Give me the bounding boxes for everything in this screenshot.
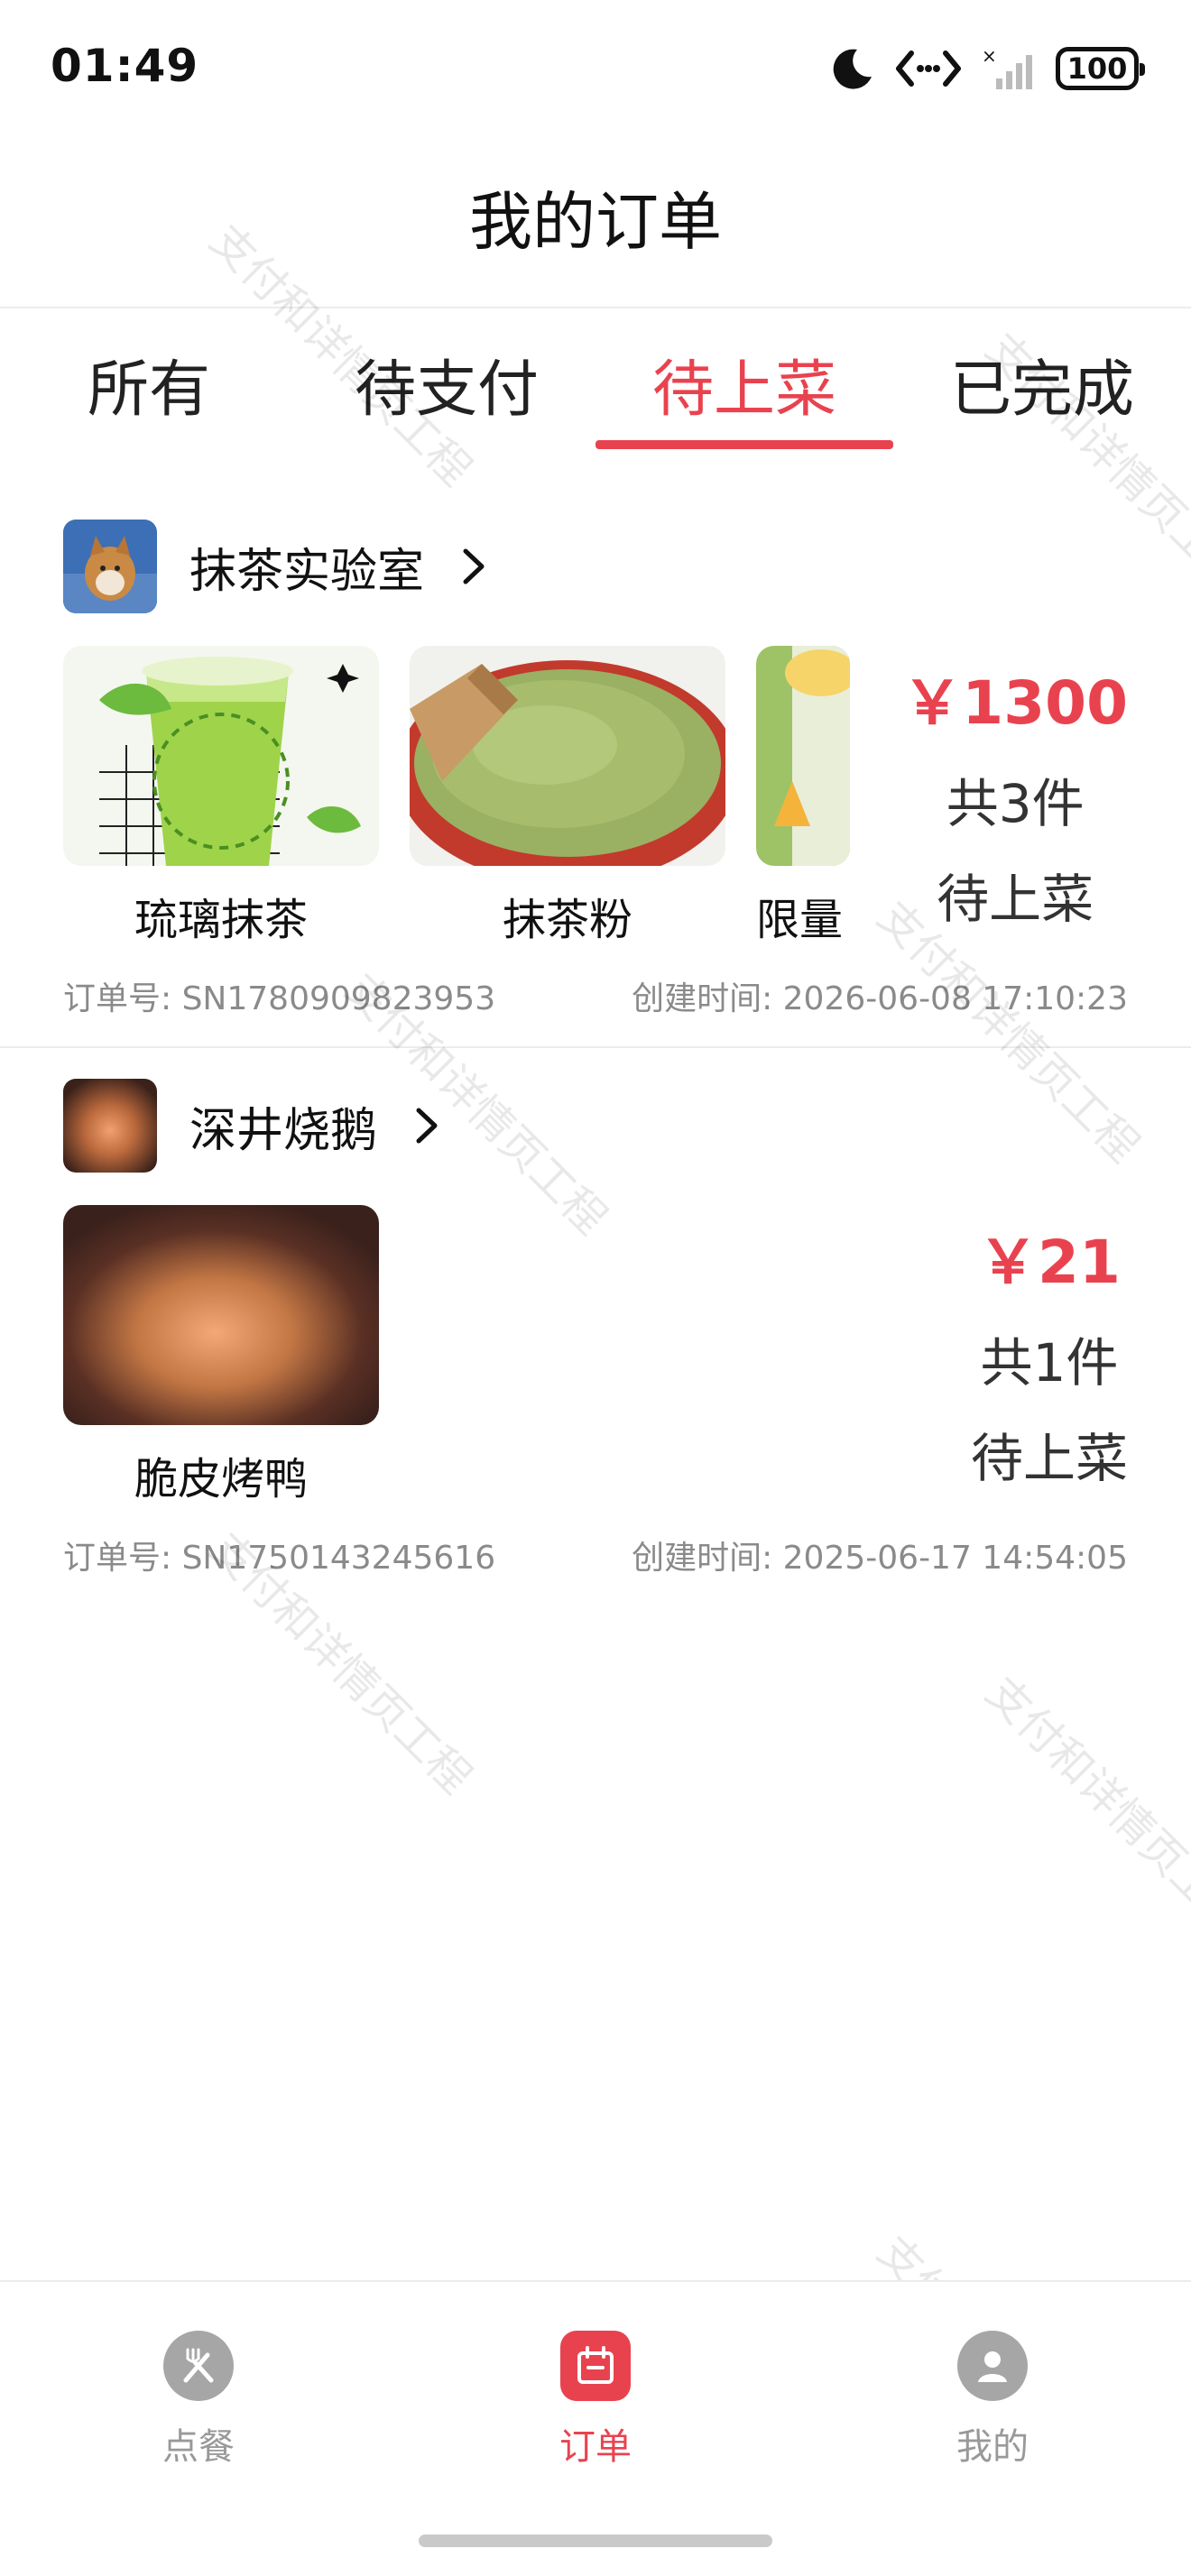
order-item[interactable]: 抹茶粉 [410,646,725,947]
order-card[interactable]: 抹茶实验室 琉璃抹茶 抹茶粉 限量 ￥1300 共3件 待上菜 订单号: SN1… [0,520,1191,1017]
nav-order-food[interactable]: 点餐 [108,2331,289,2470]
fork-knife-icon [163,2331,234,2401]
shop-header[interactable]: 抹茶实验室 [63,520,496,613]
order-status: 待上菜 [937,869,1094,930]
order-card[interactable]: 深井烧鹅 脆皮烤鸭 ￥21 共1件 待上菜 订单号: SN17501432456… [0,1079,1191,1577]
order-number: 订单号: SN1780909823953 [63,980,496,1017]
shop-avatar [63,520,157,613]
shop-name: 抹茶实验室 [189,544,425,599]
chevron-right-icon[interactable] [451,544,496,589]
nav-label: 点餐 [162,2426,235,2468]
tab-all[interactable]: 所有 [0,316,298,460]
header-divider [0,307,1191,308]
battery-icon: 100 [1056,47,1145,90]
tab-completed[interactable]: 已完成 [893,316,1191,460]
order-created-time: 创建时间: 2025-06-17 14:54:05 [632,1540,1128,1577]
tab-awaiting-serving[interactable]: 待上菜 [596,316,893,460]
calendar-icon [560,2331,631,2401]
home-indicator[interactable] [419,2535,772,2547]
page-title: 我的订单 [469,185,722,259]
nav-label: 我的 [956,2426,1029,2468]
bottom-nav: 点餐 订单 我的 [0,2280,1191,2576]
order-meta: 订单号: SN1780909823953 创建时间: 2026-06-08 17… [63,972,1128,1019]
moon-icon [833,49,872,89]
status-time: 01:49 [51,40,199,92]
order-divider [0,1046,1191,1048]
item-name: 琉璃抹茶 [134,895,308,945]
status-bar: 01:49 × 100 [0,0,1191,135]
status-icons: × 100 [830,41,1145,96]
order-number: 订单号: SN1750143245616 [63,1540,496,1577]
order-item-count: 共3件 [946,773,1085,834]
watermark: 支付和详情页工程 [975,1667,1191,1948]
shop-header[interactable]: 深井烧鹅 [63,1079,449,1173]
tab-pending-payment[interactable]: 待支付 [298,316,596,460]
item-image [410,646,725,866]
shop-avatar [63,1079,157,1173]
signal-icon: × [982,46,1032,89]
order-item[interactable]: 限量 [756,646,850,947]
shop-name: 深井烧鹅 [189,1103,378,1158]
nav-label: 订单 [559,2426,632,2468]
order-tabs: 所有 待支付 待上菜 已完成 [0,316,1191,460]
item-image [756,646,850,866]
order-price: ￥21 [978,1228,1121,1297]
nav-orders[interactable]: 订单 [505,2331,686,2470]
item-image [63,1205,379,1425]
user-icon [957,2331,1028,2401]
chevron-right-icon[interactable] [404,1103,449,1148]
order-summary: ￥21 共1件 待上菜 [971,1214,1128,1492]
item-name: 限量 [756,895,844,945]
svg-text:×: × [982,46,997,67]
order-status: 待上菜 [970,1428,1128,1489]
item-name: 抹茶粉 [502,895,632,945]
item-name: 脆皮烤鸭 [134,1454,308,1504]
order-item-count: 共1件 [980,1332,1119,1394]
order-item[interactable]: 琉璃抹茶 [63,646,379,947]
battery-level: 100 [1066,51,1128,86]
order-created-time: 创建时间: 2026-06-08 17:10:23 [632,980,1128,1017]
order-item[interactable]: 脆皮烤鸭 [63,1205,379,1506]
code-link-icon [896,51,961,87]
nav-mine[interactable]: 我的 [902,2331,1083,2470]
order-meta: 订单号: SN1750143245616 创建时间: 2025-06-17 14… [63,1532,1128,1578]
order-price: ￥1300 [902,668,1128,738]
item-image [63,646,379,866]
order-summary: ￥1300 共3件 待上菜 [902,655,1128,933]
